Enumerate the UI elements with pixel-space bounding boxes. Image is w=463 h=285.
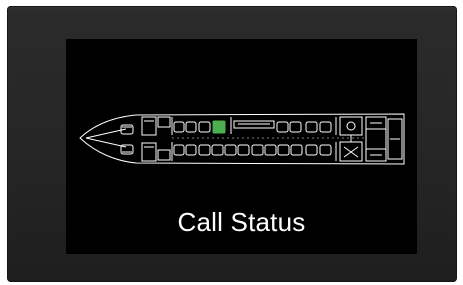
seat-group-upper-aft xyxy=(276,121,332,133)
seat-group-lower xyxy=(173,144,332,156)
display-screen: Call Status xyxy=(66,39,417,254)
divan-upper xyxy=(233,120,275,129)
seat-group-upper-front xyxy=(173,120,226,134)
forward-galley xyxy=(141,116,171,162)
aft-lavatory xyxy=(339,116,363,162)
cockpit-window-line xyxy=(85,128,127,148)
call-status-title: Call Status xyxy=(177,207,306,237)
aft-baggage xyxy=(365,116,403,162)
active-call-seat[interactable] xyxy=(212,120,226,134)
